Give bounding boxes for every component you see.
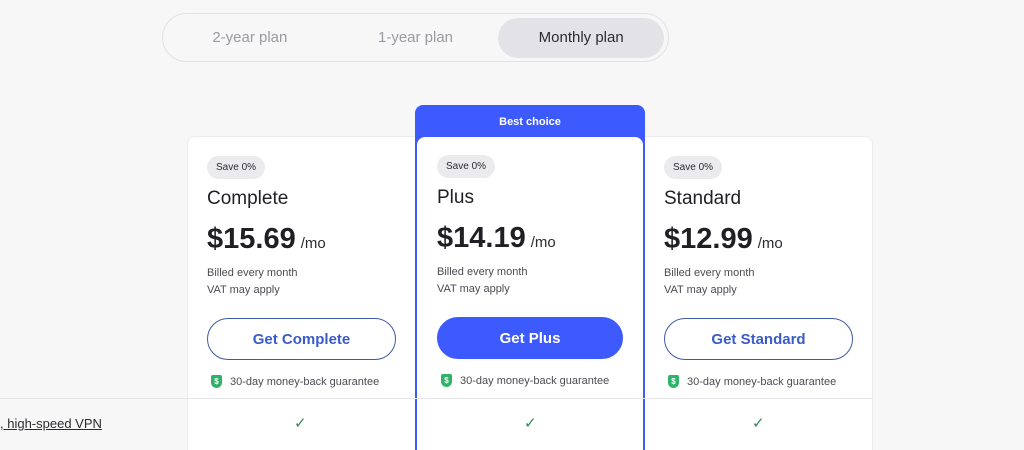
plan-standard: Save 0% Standard $12.99 /mo Billed every… [664, 156, 869, 388]
billing-info: Billed every month VAT may apply [437, 264, 642, 298]
guarantee-text: 30-day money-back guarantee [230, 375, 380, 388]
tab-1-year-plan[interactable]: 1-year plan [333, 18, 499, 58]
plan-name: Plus [437, 187, 474, 208]
price-period: /mo [530, 234, 556, 251]
price: $12.99 [664, 223, 753, 255]
shield-dollar-icon: $ [668, 375, 679, 388]
best-choice-label: Best choice [499, 116, 561, 128]
billing-info: Billed every month VAT may apply [207, 265, 412, 299]
price-period: /mo [300, 235, 326, 252]
check-icon: ✓ [524, 415, 537, 432]
billing-frequency: Billed every month [664, 267, 755, 279]
get-plus-button[interactable]: Get Plus [437, 317, 623, 359]
money-back-guarantee: $ 30-day money-back guarantee [437, 374, 642, 387]
check-icon: ✓ [294, 415, 307, 432]
savings-badge: Save 0% [207, 156, 266, 179]
price-row: $14.19 /mo [437, 222, 642, 255]
price-period: /mo [757, 235, 783, 252]
billing-frequency: Billed every month [437, 266, 528, 278]
vat-note: VAT may apply [207, 284, 280, 296]
guarantee-text: 30-day money-back guarantee [460, 374, 610, 387]
get-complete-button[interactable]: Get Complete [207, 318, 396, 360]
billing-frequency: Billed every month [207, 267, 298, 279]
plan-plus: Save 0% Plus $14.19 /mo Billed every mon… [437, 155, 642, 387]
plan-toggle: 2-year plan 1-year plan Monthly plan [162, 13, 669, 62]
money-back-guarantee: $ 30-day money-back guarantee [664, 375, 869, 388]
savings-badge: Save 0% [437, 155, 496, 178]
feature-divider [0, 398, 873, 399]
price: $15.69 [207, 223, 296, 255]
price-row: $15.69 /mo [207, 223, 412, 256]
price: $14.19 [437, 222, 526, 254]
savings-badge: Save 0% [664, 156, 723, 179]
check-icon: ✓ [752, 415, 765, 432]
plan-name: Complete [207, 188, 289, 209]
tab-2-year-plan[interactable]: 2-year plan [167, 18, 333, 58]
billing-info: Billed every month VAT may apply [664, 265, 869, 299]
shield-dollar-icon: $ [211, 375, 222, 388]
vat-note: VAT may apply [664, 284, 737, 296]
plan-complete: Save 0% Complete $15.69 /mo Billed every… [207, 156, 412, 388]
shield-dollar-icon: $ [441, 374, 452, 387]
price-row: $12.99 /mo [664, 223, 869, 256]
vat-note: VAT may apply [437, 283, 510, 295]
guarantee-text: 30-day money-back guarantee [687, 375, 837, 388]
feature-link-vpn[interactable]: , high-speed VPN [0, 416, 102, 431]
tab-monthly-plan[interactable]: Monthly plan [498, 17, 665, 58]
get-standard-button[interactable]: Get Standard [664, 318, 853, 360]
plan-name: Standard [664, 188, 742, 209]
money-back-guarantee: $ 30-day money-back guarantee [207, 375, 412, 388]
